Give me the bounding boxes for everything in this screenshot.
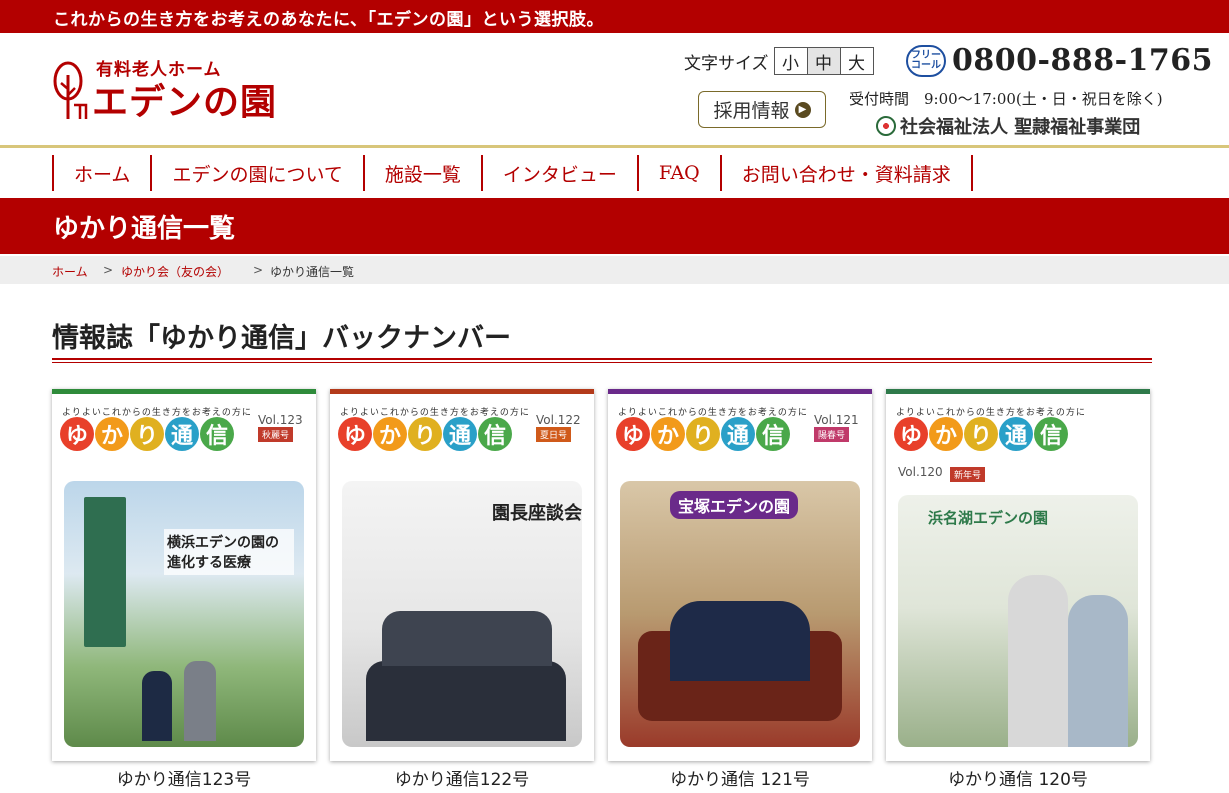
cover-accent-line: [52, 389, 316, 394]
cover-title: ゆ か り 通 信: [338, 417, 513, 451]
cover-accent-line: [608, 389, 872, 394]
site-header: 有料老人ホーム エデンの園 文字サイズ 小 中 大 フリーコール 0800-88…: [0, 33, 1229, 145]
breadcrumb-home[interactable]: ホーム: [52, 263, 88, 280]
cover-accent-line: [886, 389, 1150, 394]
backnumber-grid: よりよいこれからの生き方をお考えの方に ゆ か り 通 信 Vol.123 秋麗…: [52, 389, 1152, 793]
organization-label: 社会福祉法人 聖隷福祉事業団: [900, 117, 1141, 138]
nav-item-interview[interactable]: インタビュー: [480, 155, 637, 191]
backnumber-caption[interactable]: ゆかり通信123号: [52, 765, 316, 790]
breadcrumb: ホーム > ゆかり会（友の会） > ゆかり通信一覧: [0, 256, 1229, 284]
logo-title: エデンの園: [92, 82, 278, 123]
cover-season: 秋麗号: [258, 427, 294, 442]
backnumber-caption[interactable]: ゆかり通信 121号: [608, 765, 872, 790]
cover-image[interactable]: よりよいこれからの生き方をお考えの方に ゆ か り 通 信 Vol.122 夏日…: [330, 389, 594, 761]
nav-item-facilities[interactable]: 施設一覧: [362, 155, 481, 191]
breadcrumb-parent[interactable]: ゆかり会（友の会）: [121, 263, 229, 280]
cover-volume: Vol.120: [898, 465, 943, 479]
font-size-medium-button[interactable]: 中: [806, 47, 841, 75]
backnumber-caption[interactable]: ゆかり通信 120号: [886, 765, 1150, 790]
cover-headline: 横浜エデンの園の進化する医療: [164, 529, 294, 575]
cover-image[interactable]: よりよいこれからの生き方をお考えの方に ゆ か り 通 信 Vol.120 新年…: [886, 389, 1150, 761]
font-size-selector: 文字サイズ 小 中 大: [684, 47, 874, 75]
cover-photo: 浜名湖エデンの園: [898, 495, 1138, 747]
backnumber-card[interactable]: よりよいこれからの生き方をお考えの方に ゆ か り 通 信 Vol.122 夏日…: [330, 389, 594, 790]
nav-item-home[interactable]: ホーム: [52, 155, 150, 191]
cover-title: ゆ か り 通 信: [616, 417, 791, 451]
recruit-label: 採用情報: [713, 100, 790, 122]
font-size-small-button[interactable]: 小: [773, 47, 808, 75]
recruit-button[interactable]: 採用情報 ▶: [698, 91, 826, 128]
cover-photo: 園長座談会: [342, 481, 582, 747]
phone-contact[interactable]: フリーコール 0800-888-1765: [906, 43, 1213, 78]
cover-headline: 宝塚エデンの園: [670, 491, 799, 519]
backnumber-caption[interactable]: ゆかり通信122号: [330, 765, 594, 790]
organization-emblem-icon: [876, 116, 896, 136]
freecall-icon: フリーコール: [906, 44, 946, 77]
tree-logo-icon: [53, 61, 88, 119]
cover-title: ゆ か り 通 信: [60, 417, 235, 451]
site-logo[interactable]: 有料老人ホーム エデンの園: [52, 55, 312, 127]
top-tagline-bar: これからの生き方をお考えのあなたに、「エデンの園」という選択肢。: [0, 0, 1229, 33]
cover-photo: 横浜エデンの園の進化する医療: [64, 481, 304, 747]
backnumber-card[interactable]: よりよいこれからの生き方をお考えの方に ゆ か り 通 信 Vol.123 秋麗…: [52, 389, 316, 790]
breadcrumb-separator: >: [253, 263, 264, 277]
nav-item-faq[interactable]: FAQ: [636, 155, 720, 191]
top-tagline-text: これからの生き方をお考えのあなたに、「エデンの園」という選択肢。: [53, 10, 604, 30]
font-size-label: 文字サイズ: [684, 53, 769, 74]
section-divider: [52, 358, 1152, 363]
font-size-large-button[interactable]: 大: [839, 47, 874, 75]
reception-hours: 受付時間 9:00〜17:00(土・日・祝日を除く): [849, 90, 1163, 108]
phone-number[interactable]: 0800-888-1765: [952, 43, 1213, 78]
cover-headline: 園長座談会: [492, 503, 582, 524]
cover-accent-line: [330, 389, 594, 394]
arrow-right-icon: ▶: [794, 101, 811, 118]
cover-volume: Vol.122: [536, 413, 581, 427]
backnumber-card[interactable]: よりよいこれからの生き方をお考えの方に ゆ か り 通 信 Vol.120 新年…: [886, 389, 1150, 790]
breadcrumb-separator: >: [103, 263, 114, 277]
cover-season: 新年号: [950, 467, 986, 482]
section-title: 情報誌「ゆかり通信」バックナンバー: [52, 323, 511, 354]
organization-name: 社会福祉法人 聖隷福祉事業団: [876, 113, 1140, 139]
nav-item-contact[interactable]: お問い合わせ・資料請求: [719, 155, 973, 191]
cover-title: ゆ か り 通 信: [894, 417, 1069, 451]
page-title-banner: ゆかり通信一覧: [0, 198, 1229, 254]
breadcrumb-current: ゆかり通信一覧: [270, 265, 355, 279]
cover-season: 夏日号: [536, 427, 572, 442]
cover-volume: Vol.121: [814, 413, 859, 427]
cover-photo: 宝塚エデンの園: [620, 481, 860, 747]
cover-image[interactable]: よりよいこれからの生き方をお考えの方に ゆ か り 通 信 Vol.123 秋麗…: [52, 389, 316, 761]
cover-headline: 浜名湖エデンの園: [928, 509, 1049, 527]
page-title: ゆかり通信一覧: [53, 214, 236, 244]
cover-season: 陽春号: [814, 427, 850, 442]
nav-item-about[interactable]: エデンの園について: [150, 155, 362, 191]
cover-volume: Vol.123: [258, 413, 303, 427]
cover-image[interactable]: よりよいこれからの生き方をお考えの方に ゆ か り 通 信 Vol.121 陽春…: [608, 389, 872, 761]
backnumber-card[interactable]: よりよいこれからの生き方をお考えの方に ゆ か り 通 信 Vol.121 陽春…: [608, 389, 872, 790]
global-nav: ホーム エデンの園について 施設一覧 インタビュー FAQ お問い合わせ・資料請…: [0, 145, 1229, 198]
